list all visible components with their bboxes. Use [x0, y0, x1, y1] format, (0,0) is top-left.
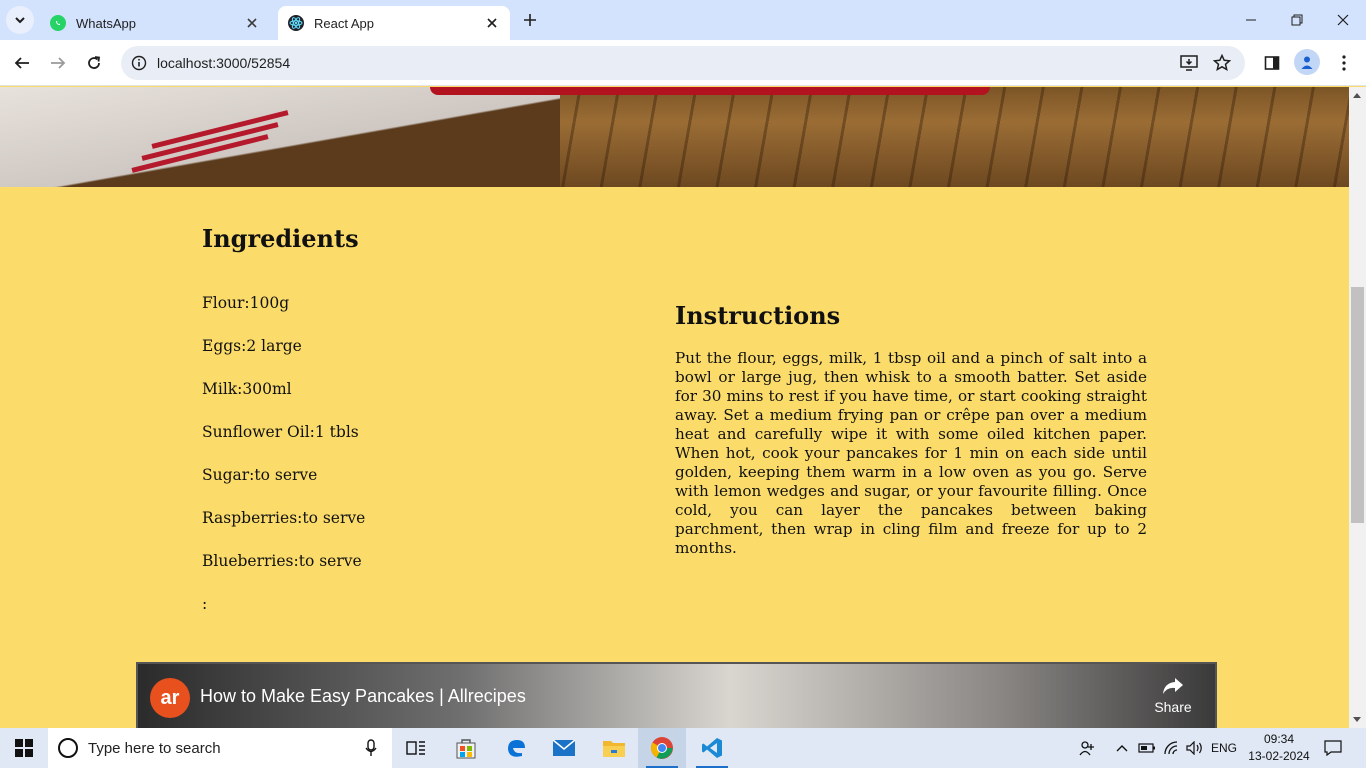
volume-icon[interactable]	[1184, 728, 1206, 768]
share-button[interactable]: Share	[1148, 676, 1198, 715]
channel-logo[interactable]: ar	[150, 678, 190, 718]
ingredient-item: Raspberries:to serve	[202, 509, 366, 527]
site-info-icon[interactable]	[129, 53, 149, 73]
tab-whatsapp[interactable]: WhatsApp	[40, 6, 270, 40]
profile-avatar[interactable]	[1294, 49, 1320, 75]
windows-icon	[15, 739, 33, 757]
ingredient-item: Sugar:to serve	[202, 466, 318, 484]
microphone-icon[interactable]	[364, 738, 378, 758]
person-icon	[1301, 56, 1313, 69]
clock-time: 09:34	[1263, 732, 1295, 746]
reload-button[interactable]	[80, 49, 108, 77]
plus-icon	[524, 14, 536, 26]
taskbar-search[interactable]: Type here to search	[48, 728, 392, 768]
restore-icon	[1291, 14, 1303, 26]
windows-taskbar: Type here to search ENG 09:34 13-02-2024	[0, 728, 1366, 768]
ingredient-item: Sunflower Oil:1 tbls	[202, 423, 359, 441]
close-tab-icon[interactable]	[244, 15, 260, 31]
restore-button[interactable]	[1282, 6, 1312, 34]
reload-icon	[88, 56, 101, 69]
share-label: Share	[1154, 699, 1192, 715]
install-app-icon[interactable]	[1175, 49, 1203, 77]
arrow-left-icon	[14, 57, 29, 69]
scroll-down-arrow[interactable]	[1353, 717, 1361, 722]
close-tab-icon[interactable]	[484, 15, 500, 31]
video-embed[interactable]: ar How to Make Easy Pancakes | Allrecipe…	[136, 662, 1217, 728]
react-icon	[288, 15, 304, 31]
clock[interactable]: 09:34 13-02-2024	[1248, 731, 1310, 765]
clock-date: 13-02-2024	[1248, 749, 1310, 763]
more-vertical-icon	[1342, 55, 1346, 71]
arrow-right-icon	[51, 57, 66, 69]
edge-icon	[508, 740, 525, 757]
tab-search-button[interactable]	[6, 6, 34, 34]
search-placeholder: Type here to search	[88, 739, 221, 757]
vscode-icon	[702, 738, 722, 758]
page-viewport: Ingredients Flour:100g Eggs:2 large Milk…	[0, 87, 1349, 728]
tab-title: React App	[314, 15, 374, 31]
side-panel-icon	[1264, 56, 1280, 70]
ingredient-item: Milk:300ml	[202, 380, 292, 398]
ingredient-item: Flour:100g	[202, 294, 290, 312]
scroll-up-arrow[interactable]	[1353, 93, 1361, 98]
file-explorer-button[interactable]	[590, 728, 638, 768]
tab-react-app[interactable]: React App	[278, 6, 510, 40]
chevron-up-icon[interactable]	[1112, 728, 1132, 768]
store-icon	[456, 739, 476, 759]
ingredients-heading: Ingredients	[202, 224, 359, 253]
video-title[interactable]: How to Make Easy Pancakes | Allrecipes	[200, 686, 526, 707]
people-icon[interactable]	[1076, 728, 1098, 768]
hero-image	[0, 87, 1349, 187]
page-scrollbar[interactable]	[1349, 87, 1366, 728]
microsoft-store-button[interactable]	[442, 728, 490, 768]
address-bar[interactable]: localhost:3000/52854	[121, 46, 1245, 80]
chrome-button[interactable]	[638, 728, 686, 768]
mail-button[interactable]	[540, 728, 588, 768]
mail-icon	[552, 739, 576, 756]
edge-button[interactable]	[492, 728, 540, 768]
browser-menu-button[interactable]	[1330, 49, 1358, 77]
forward-button[interactable]	[44, 49, 72, 77]
whatsapp-icon	[50, 15, 66, 31]
notifications-icon[interactable]	[1318, 728, 1348, 768]
side-panel-button[interactable]	[1258, 49, 1286, 77]
battery-icon[interactable]	[1136, 728, 1158, 768]
back-button[interactable]	[8, 49, 36, 77]
task-view-button[interactable]	[392, 728, 440, 768]
url-text[interactable]: localhost:3000/52854	[157, 55, 290, 71]
browser-toolbar: localhost:3000/52854	[0, 40, 1366, 86]
minimize-icon	[1246, 19, 1256, 21]
wifi-icon[interactable]	[1162, 728, 1184, 768]
vscode-button[interactable]	[688, 728, 736, 768]
share-icon	[1163, 678, 1183, 694]
close-window-button[interactable]	[1328, 6, 1358, 34]
language-indicator[interactable]: ENG	[1208, 728, 1240, 768]
tab-title: WhatsApp	[76, 15, 136, 31]
minimize-button[interactable]	[1236, 6, 1266, 34]
cortana-icon	[58, 738, 78, 758]
ingredient-item: :	[202, 595, 208, 613]
bookmark-star-icon[interactable]	[1208, 49, 1236, 77]
scrollbar-thumb[interactable]	[1351, 287, 1364, 523]
ingredient-item: Eggs:2 large	[202, 337, 302, 355]
tab-strip: WhatsApp React App	[0, 0, 1366, 40]
start-button[interactable]	[0, 728, 48, 768]
close-icon	[1337, 14, 1349, 26]
new-tab-button[interactable]	[518, 8, 542, 32]
task-view-icon	[406, 741, 425, 755]
instructions-heading: Instructions	[675, 301, 841, 330]
chevron-down-icon	[15, 17, 25, 24]
ingredient-item: Blueberries:to serve	[202, 552, 362, 570]
folder-icon	[603, 741, 625, 757]
instructions-text: Put the flour, eggs, milk, 1 tbsp oil an…	[675, 349, 1147, 557]
chrome-icon	[651, 737, 673, 759]
